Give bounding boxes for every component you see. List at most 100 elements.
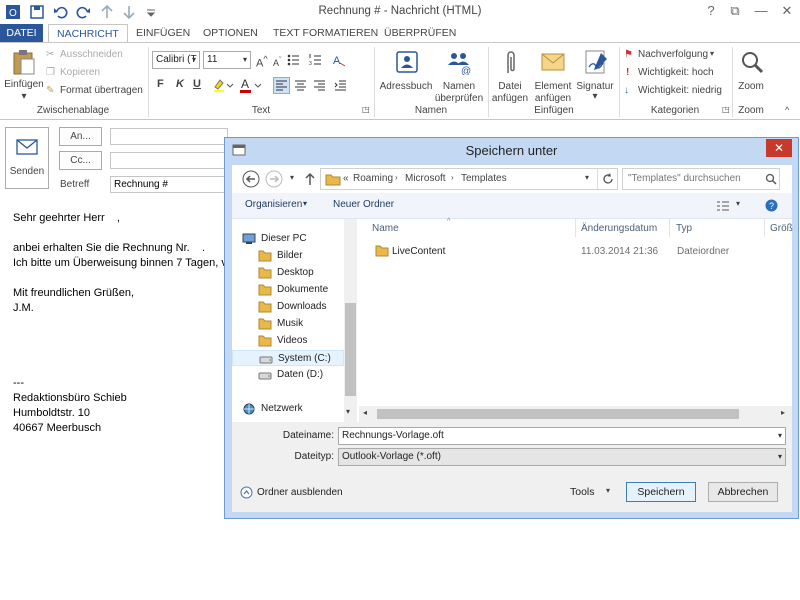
highlight-icon[interactable] <box>212 78 234 92</box>
indent-icon[interactable] <box>333 78 348 93</box>
importance-low-button[interactable]: ↓ Wichtigkeit: niedrig <box>624 85 728 99</box>
undo-icon[interactable] <box>52 3 70 21</box>
zoom-button[interactable]: Zoom <box>734 47 768 103</box>
tab-einfuegen[interactable]: EINFÜGEN <box>128 24 198 42</box>
underline-button[interactable]: U <box>193 78 201 90</box>
chevron-down-icon[interactable]: ▾ <box>736 199 740 208</box>
scroll-down-icon[interactable]: ▾ <box>346 407 350 416</box>
arrow-down-icon[interactable] <box>120 3 138 21</box>
italic-button[interactable]: K <box>176 78 184 90</box>
tab-text-formatieren[interactable]: TEXT FORMATIEREN <box>265 24 386 42</box>
paste-button[interactable]: Einfügen ▾ <box>4 47 44 103</box>
align-center-icon[interactable] <box>293 78 308 93</box>
column-header-date[interactable]: Änderungsdatum <box>581 223 657 234</box>
nav-scrollbar[interactable]: ▾ <box>344 219 357 422</box>
chevron-down-icon[interactable]: ▾ <box>585 173 589 182</box>
nav-item-desktop[interactable]: Desktop <box>232 265 344 281</box>
tab-datei[interactable]: DATEI <box>0 24 43 42</box>
bullet-list-icon[interactable] <box>287 53 305 67</box>
restore-icon[interactable]: ⧉ <box>724 2 746 20</box>
organize-button[interactable]: Organisieren <box>245 199 302 210</box>
close-icon[interactable]: ✕ <box>766 139 792 157</box>
nav-item-bilder[interactable]: Bilder <box>232 248 344 264</box>
signature-button[interactable]: Signatur ▾ <box>575 47 615 103</box>
importance-high-button[interactable]: ! Wichtigkeit: hoch <box>624 67 728 81</box>
format-painter-button[interactable]: ✎ Format übertragen <box>46 85 146 99</box>
dialog-launcher-icon[interactable]: ◳ <box>722 105 730 114</box>
hide-folders-button[interactable]: Ordner ausblenden <box>240 485 350 501</box>
cancel-button[interactable]: Abbrechen <box>708 482 778 502</box>
check-names-button[interactable]: @ Namen überprüfen <box>434 47 484 104</box>
breadcrumb-microsoft[interactable]: Microsoft <box>405 173 446 184</box>
attach-file-button[interactable]: Datei anfügen <box>490 47 530 104</box>
chevron-right-icon[interactable]: › <box>451 173 454 182</box>
forward-button[interactable] <box>264 169 284 189</box>
nav-item-dieser-pc[interactable]: Dieser PC <box>232 231 344 247</box>
chevron-down-icon[interactable]: ▾ <box>778 449 782 465</box>
numbered-list-icon[interactable]: 3 <box>309 53 327 67</box>
recent-locations-icon[interactable]: ▾ <box>290 173 294 182</box>
search-box[interactable]: "Templates" durchsuchen <box>622 168 780 190</box>
filetype-select[interactable]: Outlook-Vorlage (*.oft) ▾ <box>338 448 786 466</box>
save-button[interactable]: Speichern <box>626 482 696 502</box>
cc-button[interactable]: Cc... <box>59 151 102 170</box>
nav-item-downloads[interactable]: Downloads <box>232 299 344 315</box>
up-folder-button[interactable] <box>303 171 317 187</box>
align-right-icon[interactable] <box>312 78 327 93</box>
to-button[interactable]: An... <box>59 127 102 146</box>
horizontal-scrollbar-thumb[interactable] <box>377 409 739 419</box>
redo-icon[interactable] <box>74 3 92 21</box>
attach-item-button[interactable]: Element anfügen <box>530 47 576 104</box>
message-body[interactable]: Sehr geehrter Herr , anbei erhalten Sie … <box>13 211 227 596</box>
font-color-icon[interactable]: A <box>238 77 264 93</box>
breadcrumb-roaming[interactable]: Roaming <box>353 173 393 184</box>
file-row[interactable]: LiveContent 11.03.2014 21:36 Dateiordner <box>367 243 787 261</box>
tab-optionen[interactable]: OPTIONEN <box>195 24 266 42</box>
column-header-type[interactable]: Typ <box>676 223 692 234</box>
subject-field[interactable]: Rechnung # <box>110 176 228 193</box>
new-folder-button[interactable]: Neuer Ordner <box>333 199 394 210</box>
collapse-ribbon-icon[interactable]: ^ <box>785 105 789 115</box>
copy-button[interactable]: ❐ Kopieren <box>46 67 146 81</box>
path-overflow[interactable]: « <box>343 173 349 184</box>
search-icon[interactable] <box>765 173 777 185</box>
column-header-name[interactable]: Name <box>372 223 399 234</box>
scroll-left-icon[interactable]: ◂ <box>363 408 367 417</box>
scroll-right-icon[interactable]: ▸ <box>781 408 785 417</box>
cut-button[interactable]: ✂ Ausschneiden <box>46 49 146 63</box>
refresh-icon[interactable] <box>602 173 614 185</box>
nav-scrollbar-thumb[interactable] <box>345 303 356 396</box>
help-icon[interactable]: ? <box>765 199 778 212</box>
bold-button[interactable]: F <box>157 78 164 90</box>
breadcrumb-templates[interactable]: Templates <box>461 173 507 184</box>
nav-item-videos[interactable]: Videos <box>232 333 344 349</box>
nav-item-musik[interactable]: Musik <box>232 316 344 332</box>
nav-item-dokumente[interactable]: Dokumente <box>232 282 344 298</box>
address-bar[interactable]: « Roaming › Microsoft › Templates ▾ <box>320 168 618 190</box>
nav-item-system-c[interactable]: System (C:) <box>232 350 344 366</box>
horizontal-scrollbar[interactable]: ◂ ▸ <box>359 406 792 422</box>
outlook-app-icon[interactable]: O <box>4 3 22 21</box>
save-icon[interactable] <box>28 3 46 21</box>
nav-item-netzwerk[interactable]: Netzwerk <box>232 401 344 417</box>
minimize-icon[interactable]: — <box>750 2 772 20</box>
grow-font-icon[interactable]: A^ <box>256 54 268 70</box>
shrink-font-icon[interactable]: Aˇ <box>273 55 282 68</box>
font-name-combo[interactable]: Calibri (T ▾ <box>152 51 200 69</box>
chevron-down-icon[interactable]: ▾ <box>778 428 782 444</box>
send-button[interactable]: Senden <box>5 127 49 189</box>
clear-format-icon[interactable]: A <box>332 53 346 67</box>
cc-field[interactable] <box>110 152 228 169</box>
back-button[interactable] <box>241 169 261 189</box>
dialog-launcher-icon[interactable]: ◳ <box>362 105 370 114</box>
filename-input[interactable]: Rechnungs-Vorlage.oft ▾ <box>338 427 786 445</box>
tab-ueberpruefen[interactable]: ÜBERPRÜFEN <box>376 24 464 42</box>
font-size-combo[interactable]: 11 ▾ <box>203 51 251 69</box>
chevron-right-icon[interactable]: › <box>395 173 398 182</box>
help-icon[interactable]: ? <box>700 2 722 20</box>
tab-nachricht[interactable]: NACHRICHT <box>48 24 128 43</box>
column-header-size[interactable]: Größ <box>770 223 793 234</box>
nav-item-daten-d[interactable]: Daten (D:) <box>232 367 344 383</box>
align-left-icon[interactable] <box>273 77 290 94</box>
to-field[interactable] <box>110 128 228 145</box>
